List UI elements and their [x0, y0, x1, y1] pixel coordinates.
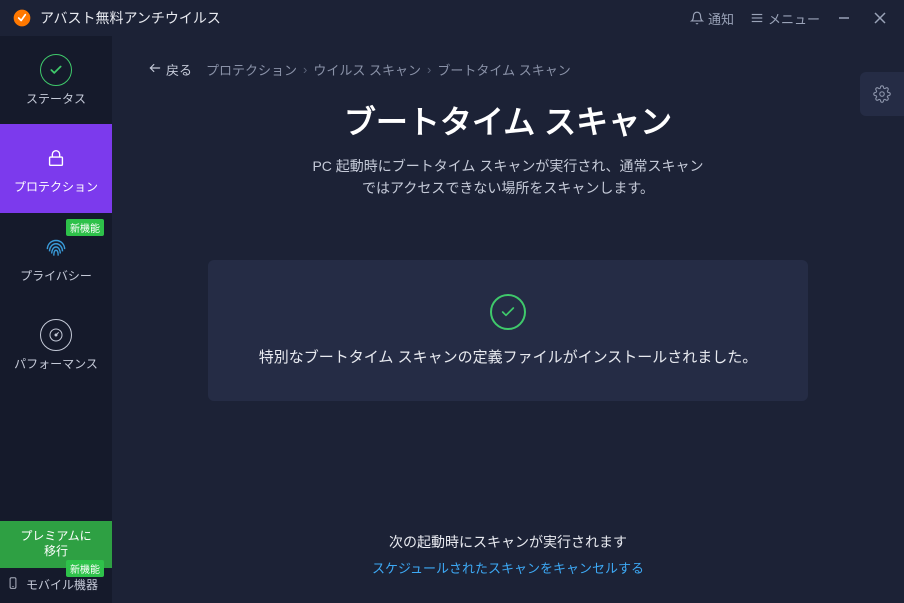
back-label: 戻る: [166, 60, 192, 79]
menu-button[interactable]: メニュー: [750, 9, 820, 28]
sidebar-item-protection[interactable]: プロテクション: [0, 124, 112, 212]
breadcrumb-item[interactable]: ウイルス スキャン: [313, 60, 421, 79]
check-circle-icon: [490, 294, 526, 330]
sidebar-item-label: パフォーマンス: [14, 357, 98, 371]
breadcrumb-item[interactable]: プロテクション: [206, 60, 297, 79]
new-badge: 新機能: [66, 560, 104, 577]
sidebar-item-label: ステータス: [26, 92, 86, 106]
premium-label-line1: プレミアムに: [4, 529, 108, 545]
sidebar-item-mobile[interactable]: 新機能 モバイル機器: [0, 568, 112, 603]
lock-icon: [40, 142, 72, 174]
sidebar: ステータス プロテクション 新機能 プライバシー パフォーマンス プレミアムに …: [0, 36, 112, 603]
main-content: 戻る プロテクション › ウイルス スキャン › ブートタイム スキャン ブート…: [112, 36, 904, 603]
titlebar: アバスト無料アンチウイルス 通知 メニュー: [0, 0, 904, 36]
minimize-button[interactable]: [832, 6, 856, 30]
mobile-icon: [6, 576, 20, 593]
sidebar-item-performance[interactable]: パフォーマンス: [0, 301, 112, 389]
premium-label-line2: 移行: [4, 544, 108, 560]
sidebar-item-label: プライバシー: [20, 269, 92, 283]
sidebar-item-label: モバイル機器: [26, 576, 98, 593]
sidebar-item-label: プロテクション: [14, 180, 98, 194]
chevron-right-icon: ›: [303, 62, 307, 77]
notifications-label: 通知: [708, 9, 734, 28]
footer: 次の起動時にスキャンが実行されます スケジュールされたスキャンをキャンセルする: [148, 532, 868, 583]
menu-label: メニュー: [768, 9, 820, 28]
gear-icon: [873, 85, 891, 103]
chevron-right-icon: ›: [427, 62, 431, 77]
cancel-scheduled-scan-link[interactable]: スケジュールされたスキャンをキャンセルする: [148, 558, 868, 577]
app-logo-icon: [12, 8, 32, 28]
sidebar-item-privacy[interactable]: 新機能 プライバシー: [0, 213, 112, 301]
breadcrumb: 戻る プロテクション › ウイルス スキャン › ブートタイム スキャン: [148, 60, 868, 79]
footer-info-text: 次の起動時にスキャンが実行されます: [148, 532, 868, 552]
status-message: 特別なブートタイム スキャンの定義ファイルがインストールされました。: [228, 346, 788, 367]
close-button[interactable]: [868, 6, 892, 30]
new-badge: 新機能: [66, 219, 104, 236]
gauge-icon: [40, 319, 72, 351]
settings-button[interactable]: [860, 72, 904, 116]
status-card: 特別なブートタイム スキャンの定義ファイルがインストールされました。: [208, 260, 808, 401]
back-button[interactable]: 戻る: [148, 60, 192, 79]
notifications-button[interactable]: 通知: [690, 9, 734, 28]
page-description: PC 起動時にブートタイム スキャンが実行され、通常スキャン ではアクセスできな…: [148, 155, 868, 200]
sidebar-item-status[interactable]: ステータス: [0, 36, 112, 124]
back-arrow-icon: [148, 61, 162, 78]
status-icon: [40, 54, 72, 86]
breadcrumb-item-current: ブートタイム スキャン: [437, 60, 570, 79]
app-title: アバスト無料アンチウイルス: [40, 8, 221, 28]
page-title: ブートタイム スキャン: [148, 97, 868, 143]
